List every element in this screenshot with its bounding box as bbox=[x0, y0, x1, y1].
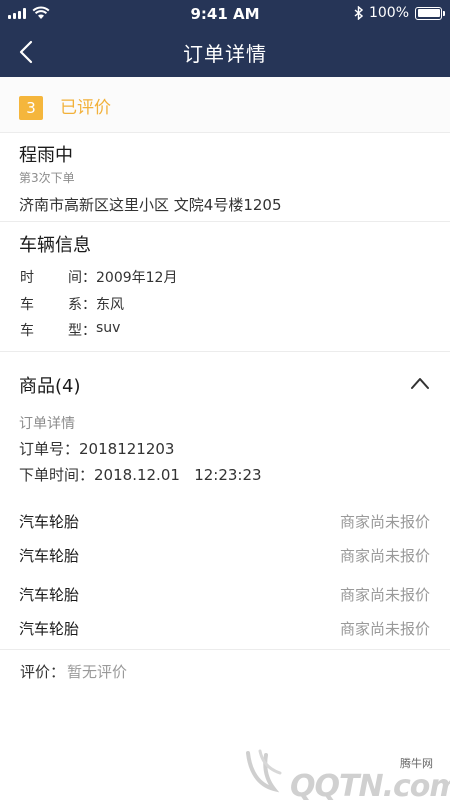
vehicle-time-value: 2009年12月 bbox=[96, 270, 178, 286]
collapse-button[interactable] bbox=[410, 375, 430, 389]
vehicle-series-value: 东风 bbox=[96, 297, 124, 313]
item-status: 商家尚未报价 bbox=[339, 513, 430, 531]
order-number: 订单号：2018121203 bbox=[19, 440, 175, 458]
goods-item[interactable]: 汽车轮胎 商家尚未报价 bbox=[0, 582, 450, 610]
watermark: 腾牛网 QQTN.com bbox=[240, 735, 450, 800]
status-step-badge: 3 bbox=[19, 96, 43, 120]
order-detail-label: 订单详情 bbox=[19, 416, 75, 432]
watermark-logo-text: QQTN.com bbox=[290, 769, 450, 800]
nav-bar: 订单详情 bbox=[0, 28, 450, 77]
rating-label: 评价： bbox=[20, 663, 66, 681]
battery-percent: 100% bbox=[368, 5, 409, 21]
battery-icon bbox=[415, 6, 445, 20]
order-status-bar: 3 已评价 bbox=[0, 77, 450, 133]
rating-row: 评价： 暂无评价 bbox=[20, 661, 127, 682]
app-header: 9:41 AM 100% 订单详情 bbox=[0, 0, 450, 77]
vehicle-row-series: 车系： 东风 bbox=[20, 294, 124, 314]
item-name: 汽车轮胎 bbox=[19, 513, 80, 531]
vehicle-section: 车辆信息 时间： 2009年12月 车系： 东风 车型： suv bbox=[0, 222, 450, 352]
item-name: 汽车轮胎 bbox=[19, 620, 80, 638]
customer-address: 济南市高新区这里小区 文院4号楼1205 bbox=[19, 196, 282, 214]
customer-section: 程雨中 第3次下单 济南市高新区这里小区 文院4号楼1205 bbox=[0, 133, 450, 222]
item-status: 商家尚未报价 bbox=[339, 620, 430, 638]
vehicle-row-time: 时间： 2009年12月 bbox=[20, 267, 177, 287]
page-title: 订单详情 bbox=[183, 42, 267, 66]
vehicle-title: 车辆信息 bbox=[19, 235, 91, 256]
status-bar: 9:41 AM 100% bbox=[0, 0, 450, 28]
order-time: 下单时间：2018.12.01 12:23:23 bbox=[19, 466, 262, 484]
item-status: 商家尚未报价 bbox=[339, 586, 430, 604]
vehicle-row-model: 车型： suv bbox=[20, 320, 121, 339]
chevron-up-icon bbox=[411, 378, 429, 389]
goods-title: 商品(4) bbox=[19, 376, 81, 397]
order-count: 第3次下单 bbox=[19, 171, 75, 185]
status-label: 已评价 bbox=[60, 98, 111, 118]
item-name: 汽车轮胎 bbox=[19, 586, 80, 604]
goods-item[interactable]: 汽车轮胎 商家尚未报价 bbox=[0, 543, 450, 571]
bluetooth-icon bbox=[354, 6, 363, 20]
rating-value: 暂无评价 bbox=[67, 663, 128, 681]
goods-item[interactable]: 汽车轮胎 商家尚未报价 bbox=[0, 616, 450, 644]
vehicle-model-value: suv bbox=[96, 320, 121, 336]
goods-section: 商品(4) 订单详情 订单号：2018121203 下单时间：2018.12.0… bbox=[0, 352, 450, 650]
watermark-logo-icon bbox=[246, 749, 282, 793]
goods-item[interactable]: 汽车轮胎 商家尚未报价 bbox=[0, 509, 450, 537]
customer-name: 程雨中 bbox=[19, 145, 73, 166]
item-status: 商家尚未报价 bbox=[339, 547, 430, 565]
item-name: 汽车轮胎 bbox=[19, 547, 80, 565]
